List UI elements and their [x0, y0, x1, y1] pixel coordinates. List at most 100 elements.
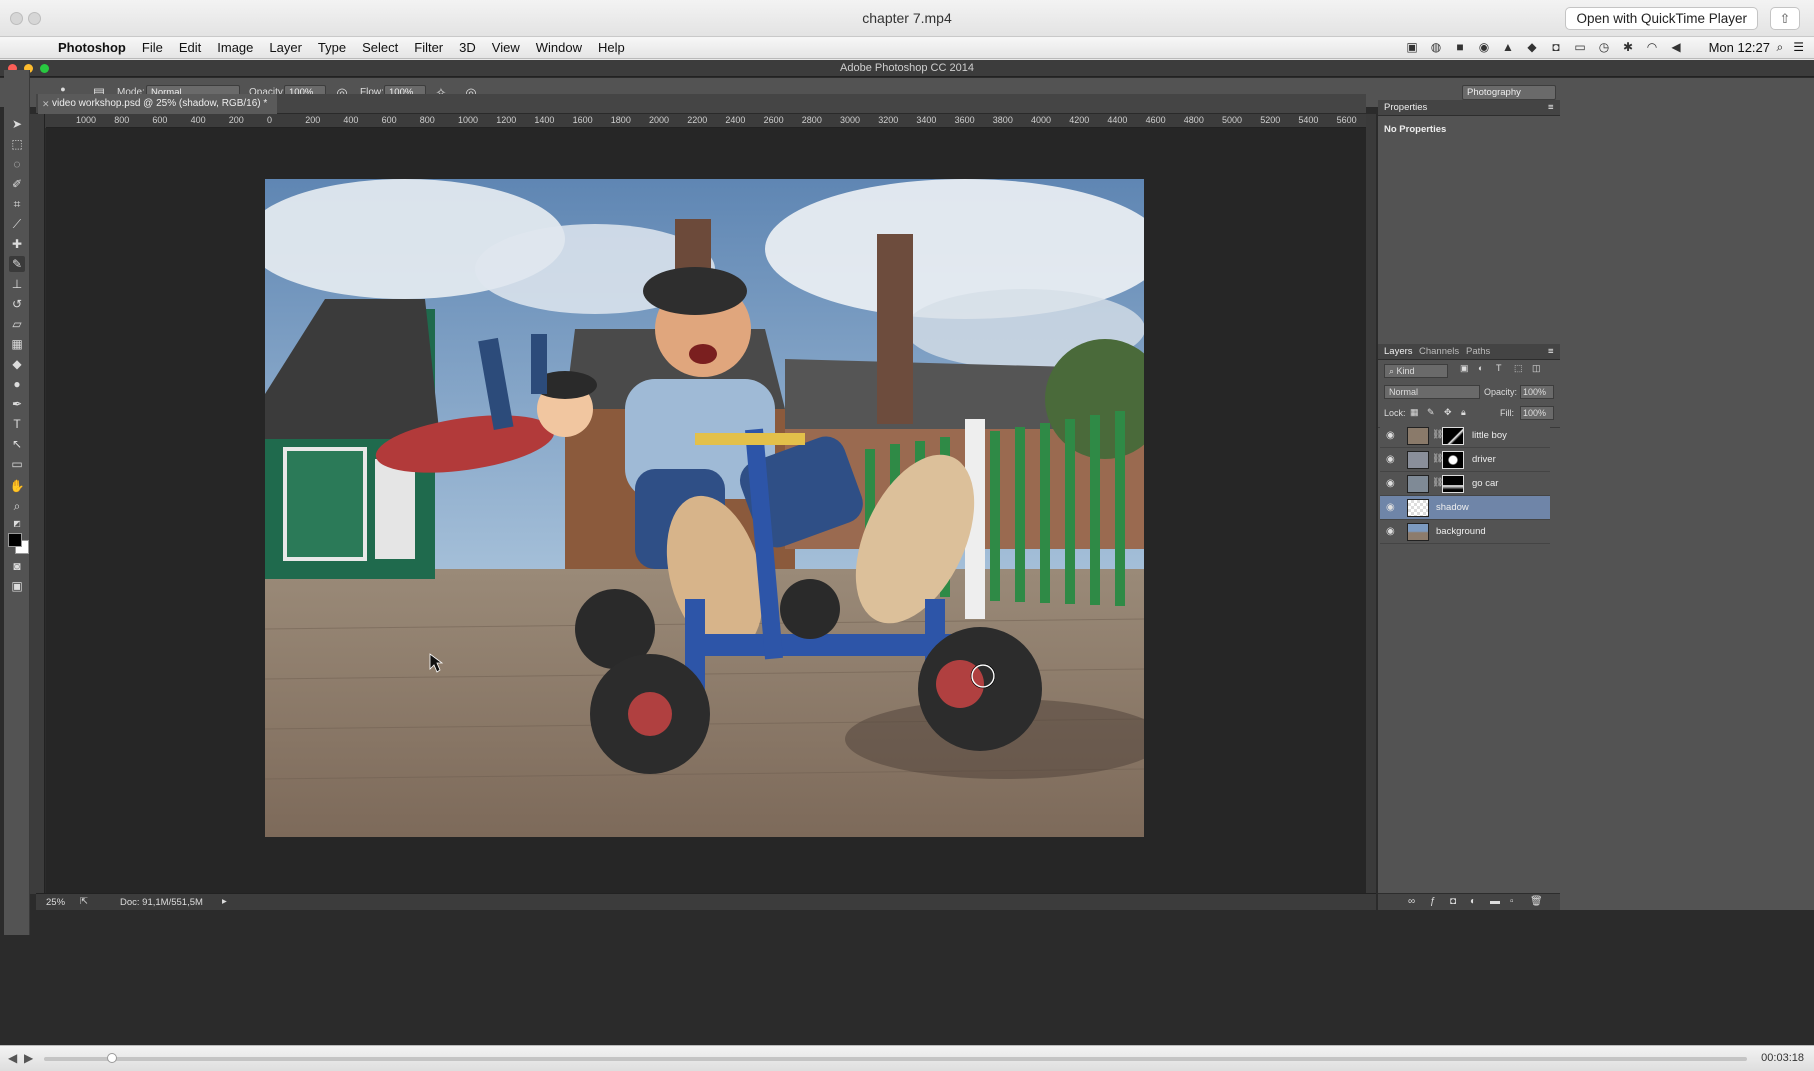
sync-icon[interactable]: ◘ — [1548, 40, 1564, 54]
link-layers-icon[interactable]: ∞ — [1408, 896, 1415, 907]
visibility-eye-icon[interactable]: ◉ — [1386, 526, 1395, 537]
warning-icon[interactable]: ▲ — [1500, 40, 1516, 54]
layer-name[interactable]: background — [1436, 526, 1486, 537]
menu-3d[interactable]: 3D — [451, 40, 484, 55]
layer-filter-kind[interactable]: ⌕ Kind — [1384, 364, 1448, 378]
menu-view[interactable]: View — [484, 40, 528, 55]
delete-layer-icon[interactable]: 🗑︎ — [1530, 896, 1543, 907]
filter-smart-object-icon[interactable]: ◫ — [1532, 363, 1541, 374]
layer-blend-mode-select[interactable]: Normal — [1384, 385, 1480, 399]
menu-file[interactable]: File — [134, 40, 171, 55]
quick-selection-tool-icon[interactable]: ✐ — [9, 176, 25, 192]
lasso-tool-icon[interactable]: ◌ — [9, 156, 25, 172]
rectangle-tool-icon[interactable]: ▭ — [9, 456, 25, 472]
layer-row-go-car[interactable]: ◉ ⛓︎ go car — [1380, 472, 1550, 496]
video-scrubber[interactable] — [44, 1057, 1747, 1061]
visibility-eye-icon[interactable]: ◉ — [1386, 454, 1395, 465]
layer-name[interactable]: driver — [1472, 454, 1496, 465]
healing-brush-tool-icon[interactable]: ✚ — [9, 236, 25, 252]
tab-channels[interactable]: Channels — [1419, 346, 1459, 357]
brush-tool-icon[interactable]: ✎ — [9, 256, 25, 272]
layer-name[interactable]: little boy — [1472, 430, 1507, 441]
share-doc-icon[interactable]: ⇱ — [80, 896, 88, 907]
layer-row-little-boy[interactable]: ◉ ⛓︎ little boy — [1380, 424, 1550, 448]
notification-center-icon[interactable]: ☰ — [1793, 40, 1804, 55]
layer-opacity-input[interactable]: 100% — [1520, 385, 1554, 399]
gradient-tool-icon[interactable]: ▦ — [9, 336, 25, 352]
lock-position-icon[interactable]: ✥ — [1444, 407, 1452, 418]
display-icon[interactable]: ▭ — [1572, 40, 1588, 54]
share-icon[interactable]: ⇧ — [1770, 7, 1800, 30]
lock-all-icon[interactable]: 🔒︎ — [1461, 407, 1466, 418]
eraser-tool-icon[interactable]: ▱ — [9, 316, 25, 332]
add-mask-icon[interactable]: ◘ — [1450, 896, 1456, 907]
layer-row-background[interactable]: ◉ background — [1380, 520, 1550, 544]
status-menu-arrow-icon[interactable]: ▸ — [222, 896, 227, 907]
globe-icon[interactable]: ◍ — [1428, 40, 1444, 54]
new-layer-icon[interactable]: ▫ — [1510, 896, 1514, 907]
horizontal-ruler[interactable]: 1000 800 600 400 200 0 200 400 600 800 1000 1200 140… — [46, 114, 1366, 128]
menubar-clock[interactable]: Mon 12:27 — [1709, 40, 1770, 55]
menu-edit[interactable]: Edit — [171, 40, 209, 55]
menu-help[interactable]: Help — [590, 40, 633, 55]
default-colors-icon[interactable]: ◩ — [9, 516, 25, 532]
new-group-icon[interactable]: ▬ — [1490, 896, 1500, 907]
lock-transparent-icon[interactable]: ▦ — [1410, 407, 1419, 418]
layers-panel-menu-icon[interactable]: ≡ — [1548, 346, 1554, 357]
document-tab[interactable]: ✕ video workshop.psd @ 25% (shadow, RGB/… — [38, 94, 278, 114]
layer-name[interactable]: shadow — [1436, 502, 1469, 513]
lock-image-icon[interactable]: ✎ — [1427, 407, 1435, 418]
spotlight-search-icon[interactable]: ⌕ — [1777, 40, 1784, 55]
screen-record-icon[interactable]: ▣ — [1404, 40, 1420, 54]
menu-window[interactable]: Window — [528, 40, 590, 55]
layer-mask-thumbnail[interactable] — [1442, 451, 1464, 469]
scrubber-handle[interactable] — [107, 1053, 118, 1063]
bluetooth-icon[interactable]: ✱ — [1620, 40, 1636, 54]
open-with-quicktime-button[interactable]: Open with QuickTime Player — [1565, 7, 1758, 30]
play-icon[interactable]: ▶ — [24, 1051, 33, 1065]
quick-mask-icon[interactable]: ◙ — [9, 558, 25, 574]
time-machine-icon[interactable]: ◷ — [1596, 40, 1612, 54]
layer-row-driver[interactable]: ◉ ⛓︎ driver — [1380, 448, 1550, 472]
zoom-level[interactable]: 25% — [46, 897, 65, 908]
wifi-icon[interactable]: ◠ — [1644, 40, 1660, 54]
properties-tab[interactable]: Properties — [1384, 102, 1427, 113]
ps-icon[interactable]: ■ — [1452, 40, 1468, 54]
type-tool-icon[interactable]: T — [9, 416, 25, 432]
rewind-icon[interactable]: ◀ — [8, 1051, 17, 1065]
clone-stamp-tool-icon[interactable]: ⊥ — [9, 276, 25, 292]
hand-tool-icon[interactable]: ✋ — [9, 478, 25, 494]
layer-mask-thumbnail[interactable] — [1442, 427, 1464, 445]
tab-paths[interactable]: Paths — [1466, 346, 1490, 357]
filter-pixel-icon[interactable]: ▣ — [1460, 363, 1469, 374]
menu-filter[interactable]: Filter — [406, 40, 451, 55]
zoom-tool-icon[interactable]: ⌕ — [9, 498, 25, 514]
document-canvas-image[interactable] — [265, 179, 1144, 837]
pen-tool-icon[interactable]: ✒ — [9, 396, 25, 412]
layer-style-icon[interactable]: ƒ — [1430, 896, 1436, 907]
layer-mask-thumbnail[interactable] — [1442, 475, 1464, 493]
move-tool-icon[interactable]: ➤ — [9, 116, 25, 132]
eye-icon[interactable]: ◉ — [1476, 40, 1492, 54]
panel-menu-icon[interactable]: ≡ — [1548, 102, 1554, 113]
adjustment-layer-icon[interactable]: ◐ — [1470, 896, 1476, 907]
crop-tool-icon[interactable]: ⌗ — [9, 196, 25, 212]
visibility-eye-icon[interactable]: ◉ — [1386, 478, 1395, 489]
blur-tool-icon[interactable]: ◆ — [9, 356, 25, 372]
tab-layers[interactable]: Layers — [1384, 346, 1413, 357]
menu-layer[interactable]: Layer — [261, 40, 310, 55]
close-document-icon[interactable]: ✕ — [42, 94, 50, 114]
eyedropper-tool-icon[interactable]: ⟋ — [9, 216, 25, 232]
dropbox-icon[interactable]: ◆ — [1524, 40, 1540, 54]
vertical-scrollbar[interactable] — [1366, 114, 1376, 894]
visibility-eye-icon[interactable]: ◉ — [1386, 502, 1395, 513]
history-brush-tool-icon[interactable]: ↺ — [9, 296, 25, 312]
menu-app-name[interactable]: Photoshop — [50, 40, 134, 55]
layer-row-shadow[interactable]: ◉ shadow — [1380, 496, 1550, 520]
path-selection-tool-icon[interactable]: ↖ — [9, 436, 25, 452]
visibility-eye-icon[interactable]: ◉ — [1386, 430, 1395, 441]
filter-shape-icon[interactable]: ⬚ — [1514, 363, 1523, 374]
filter-type-icon[interactable]: T — [1496, 363, 1502, 373]
layer-name[interactable]: go car — [1472, 478, 1498, 489]
workspace-switcher[interactable]: Photography — [1462, 85, 1556, 100]
